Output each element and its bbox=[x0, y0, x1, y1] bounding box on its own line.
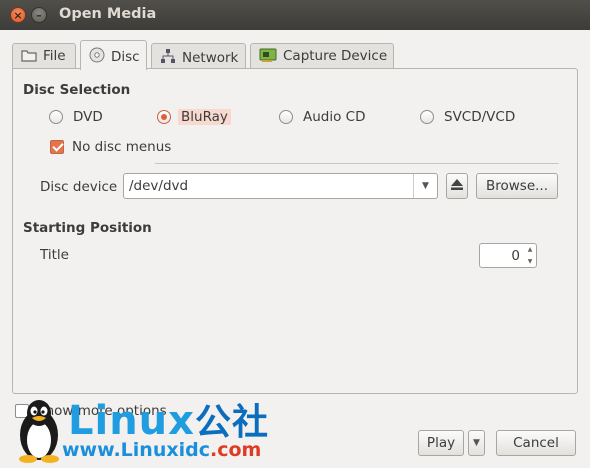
no-disc-menus-box bbox=[50, 140, 64, 154]
spin-up-icon[interactable]: ▲ bbox=[528, 246, 533, 253]
network-icon bbox=[160, 48, 176, 68]
radio-svcd-vcd[interactable]: SVCD/VCD bbox=[420, 109, 515, 125]
browse-button[interactable]: Browse... bbox=[476, 173, 558, 199]
eject-icon bbox=[451, 178, 463, 194]
disc-panel: Disc Selection DVD BluRay Audio CD SVCD/… bbox=[12, 68, 578, 394]
watermark: Linux公社 www.Linuxidc.com bbox=[10, 395, 310, 467]
disc-selection-heading: Disc Selection bbox=[23, 82, 131, 98]
watermark-url-prefix: www. bbox=[62, 439, 121, 461]
chevron-down-icon: ▼ bbox=[473, 438, 480, 448]
starting-position-heading: Starting Position bbox=[23, 220, 152, 236]
title-bar: × – Open Media bbox=[0, 0, 590, 30]
spin-down-icon[interactable]: ▼ bbox=[528, 258, 533, 265]
window-title: Open Media bbox=[59, 6, 157, 22]
tab-file-label: File bbox=[43, 48, 66, 64]
no-disc-menus-label: No disc menus bbox=[72, 139, 172, 155]
radio-audio-cd-indicator bbox=[279, 110, 293, 124]
tab-disc-label: Disc bbox=[111, 49, 140, 65]
tab-disc[interactable]: Disc bbox=[80, 40, 147, 70]
radio-svcd-vcd-indicator bbox=[420, 110, 434, 124]
separator bbox=[155, 163, 559, 164]
disc-device-label: Disc device bbox=[40, 179, 118, 195]
play-button[interactable]: Play bbox=[418, 430, 464, 456]
capture-card-icon bbox=[259, 48, 277, 66]
title-value: 0 bbox=[511, 248, 520, 264]
tab-capture-device[interactable]: Capture Device bbox=[250, 43, 394, 69]
close-window-button[interactable]: × bbox=[10, 7, 26, 23]
radio-audio-cd-label: Audio CD bbox=[303, 109, 366, 125]
radio-bluray-label: BluRay bbox=[178, 109, 231, 125]
title-label: Title bbox=[40, 247, 69, 263]
minimize-window-button[interactable]: – bbox=[31, 7, 47, 23]
no-disc-menus-checkbox[interactable]: No disc menus bbox=[50, 139, 171, 155]
watermark-url: www.Linuxidc.com bbox=[62, 439, 261, 461]
tab-capture-device-label: Capture Device bbox=[283, 48, 388, 64]
radio-svcd-vcd-label: SVCD/VCD bbox=[444, 109, 516, 125]
tux-penguin-icon bbox=[19, 400, 59, 463]
disc-device-combo[interactable]: /dev/dvd ▼ bbox=[123, 173, 438, 199]
watermark-url-suffix: .com bbox=[209, 439, 262, 461]
watermark-brand-cn: 公社 bbox=[194, 402, 269, 443]
chevron-down-icon[interactable]: ▼ bbox=[413, 174, 437, 198]
radio-dvd-label: DVD bbox=[73, 109, 103, 125]
watermark-brand-latin: Linux bbox=[68, 398, 195, 444]
cancel-button[interactable]: Cancel bbox=[496, 430, 576, 456]
play-dropdown-button[interactable]: ▼ bbox=[468, 430, 485, 456]
radio-bluray-indicator bbox=[157, 110, 171, 124]
folder-icon bbox=[21, 49, 37, 66]
disc-icon bbox=[89, 47, 105, 67]
tab-network-label: Network bbox=[182, 50, 239, 66]
tab-network[interactable]: Network bbox=[151, 43, 246, 69]
spin-arrows[interactable]: ▲ ▼ bbox=[524, 244, 536, 267]
radio-audio-cd[interactable]: Audio CD bbox=[279, 109, 365, 125]
title-spinbox[interactable]: 0 ▲ ▼ bbox=[479, 243, 537, 268]
radio-bluray[interactable]: BluRay bbox=[157, 109, 231, 125]
tab-file[interactable]: File bbox=[12, 43, 76, 69]
disc-device-value: /dev/dvd bbox=[129, 178, 189, 194]
radio-dvd[interactable]: DVD bbox=[49, 109, 103, 125]
eject-button[interactable] bbox=[446, 173, 468, 199]
watermark-brand: Linux公社 bbox=[68, 401, 269, 443]
watermark-url-domain: Linuxidc bbox=[120, 439, 210, 461]
radio-dvd-indicator bbox=[49, 110, 63, 124]
